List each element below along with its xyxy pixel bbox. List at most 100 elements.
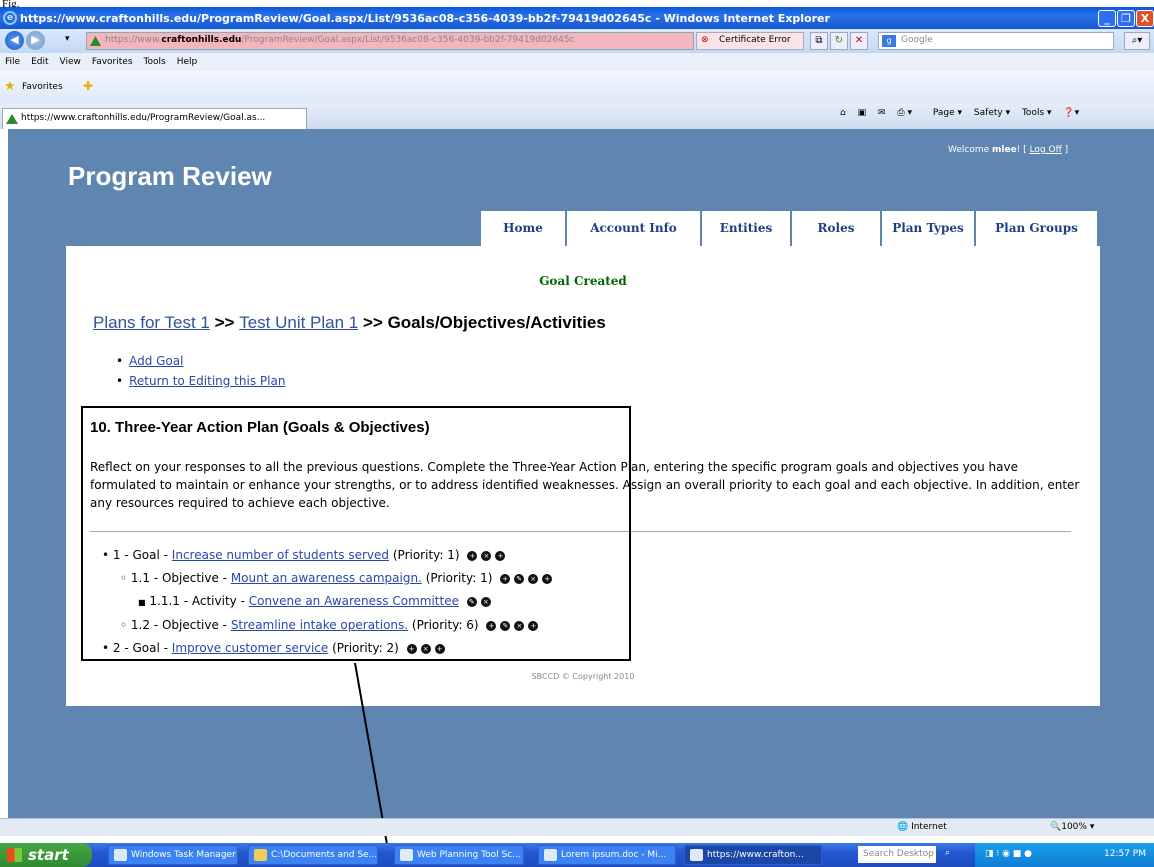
forward-icon[interactable]: ▶ [26, 31, 45, 50]
add-icon[interactable]: + [500, 573, 511, 584]
feeds-icon[interactable]: ▣ [858, 108, 867, 118]
edit-icon[interactable]: ✎ [466, 596, 477, 607]
goal-tree: • 1 - Goal - Increase number of students… [102, 544, 553, 660]
task-button[interactable]: Web Planning Tool Sc... [394, 845, 524, 865]
delete-icon[interactable]: × [481, 550, 492, 561]
menu-file[interactable]: File [5, 57, 20, 67]
task-button[interactable]: Windows Task Manager [108, 845, 238, 865]
tree-row-activity-1-1-1: ■ 1.1.1 - Activity - Convene an Awarenes… [102, 590, 552, 614]
security-zone: 🌐 Internet [897, 822, 947, 832]
url-input[interactable]: https://www.craftonhills.edu/ProgramRevi… [86, 32, 694, 50]
divider [90, 531, 1071, 532]
menu-tools[interactable]: Tools [144, 57, 166, 67]
tree-row-goal-2: • 2 - Goal - Improve customer service (P… [102, 637, 552, 660]
goal-link[interactable]: Increase number of students served [172, 548, 389, 562]
delete-icon[interactable]: × [420, 643, 431, 654]
add-icon[interactable]: + [495, 550, 506, 561]
menu-help[interactable]: Help [177, 57, 198, 67]
favorites-button[interactable]: Favorites [22, 82, 63, 92]
zoom-level[interactable]: 🔍100% ▾ [1050, 822, 1094, 832]
add-icon[interactable]: + [486, 620, 497, 631]
status-message: Goal Created [539, 274, 627, 288]
section-description: Reflect on your responses to all the pre… [90, 460, 1080, 510]
task-button[interactable]: Lorem ipsum.doc - Mi... [538, 845, 676, 865]
search-input[interactable]: g Google [878, 32, 1114, 50]
nav-home[interactable]: Home [481, 211, 565, 246]
web-content: Welcome mlee! [ Log Off ] Program Review… [8, 129, 1154, 818]
clock: 12:57 PM [1104, 849, 1146, 859]
menu-view[interactable]: View [60, 57, 81, 67]
tree-row-goal-1: • 1 - Goal - Increase number of students… [102, 544, 552, 567]
ie-logo-icon: e [3, 11, 17, 25]
page-menu[interactable]: Page ▾ [933, 108, 962, 118]
nav-roles[interactable]: Roles [792, 211, 880, 246]
main-nav: Home Account Info Entities Roles Plan Ty… [481, 211, 1099, 246]
system-tray: ◨ ⁝ ◉ ■ ● 12:57 PM [975, 843, 1154, 867]
objective-link[interactable]: Streamline intake operations. [231, 618, 408, 632]
edit-icon[interactable]: ✎ [514, 573, 525, 584]
edit-icon[interactable]: ✎ [500, 620, 511, 631]
stop-icon[interactable]: ✕ [850, 32, 868, 50]
return-to-editing-link[interactable]: Return to Editing this Plan [129, 374, 285, 388]
safety-menu[interactable]: Safety ▾ [974, 108, 1010, 118]
command-bar: ⌂ ▣ ✉ ⎙ ▾ Page ▾ Safety ▾ Tools ▾ ❓▾ [840, 108, 1088, 118]
task-button[interactable]: C:\Documents and Se... [248, 845, 378, 865]
back-icon[interactable]: ◀ [5, 31, 24, 50]
folder-icon [254, 849, 267, 861]
window-title: https://www.craftonhills.edu/ProgramRevi… [20, 11, 830, 25]
add-icon[interactable]: + [434, 643, 445, 654]
screenshot: Fig. e https://www.craftonhills.edu/Prog… [0, 0, 1154, 867]
cert-warning-icon: ⊗ [701, 35, 709, 45]
address-bar-row: ◀ ▶ ▾ https://www.craftonhills.edu/Progr… [0, 29, 1154, 53]
add-icon[interactable]: + [406, 643, 417, 654]
google-icon: g [882, 35, 896, 47]
print-icon[interactable]: ⎙ ▾ [897, 108, 921, 118]
home-icon[interactable]: ⌂ [840, 108, 846, 118]
delete-icon[interactable]: × [514, 620, 525, 631]
nav-plan-groups[interactable]: Plan Groups [976, 211, 1097, 246]
maximize-button[interactable]: ❐ [1117, 10, 1135, 27]
search-icon[interactable]: ⌕▾ [1124, 32, 1150, 50]
add-favorite-icon[interactable]: ✚ [83, 79, 93, 93]
refresh-icon[interactable]: ↻ [830, 32, 848, 50]
help-menu[interactable]: ❓▾ [1063, 108, 1079, 118]
tray-icons[interactable]: ◨ ⁝ ◉ ■ ● [985, 849, 1032, 859]
close-button[interactable]: X [1136, 10, 1154, 27]
goal-link[interactable]: Improve customer service [172, 641, 328, 655]
task-button[interactable]: https://www.crafton... [684, 845, 822, 865]
activity-link[interactable]: Convene an Awareness Committee [249, 594, 459, 608]
crumb-plans-link[interactable]: Plans for Test 1 [93, 313, 210, 332]
username: mlee [992, 145, 1017, 155]
crumb-current: Goals/Objectives/Activities [387, 313, 606, 332]
tools-menu[interactable]: Tools ▾ [1022, 108, 1052, 118]
crumb-unit-plan-link[interactable]: Test Unit Plan 1 [239, 313, 358, 332]
menu-edit[interactable]: Edit [31, 57, 48, 67]
add-icon[interactable]: + [528, 620, 539, 631]
add-icon[interactable]: + [467, 550, 478, 561]
desktop-search-input[interactable]: Search Desktop [858, 846, 936, 863]
nav-account-info[interactable]: Account Info [567, 211, 700, 246]
nav-plan-types[interactable]: Plan Types [882, 211, 974, 246]
search-icon[interactable]: ⌕ [945, 848, 950, 858]
delete-icon[interactable]: × [480, 596, 491, 607]
add-icon[interactable]: + [542, 573, 553, 584]
list-item: Add Goal [116, 354, 285, 368]
start-button[interactable]: start [0, 843, 92, 867]
browser-tab[interactable]: https://www.craftonhills.edu/ProgramRevi… [2, 108, 307, 129]
ie-icon [690, 849, 703, 861]
menu-favorites[interactable]: Favorites [92, 57, 133, 67]
logoff-link[interactable]: Log Off [1030, 145, 1062, 155]
tree-row-objective-1-2: ◦ 1.2 - Objective - Streamline intake op… [102, 614, 552, 637]
favorites-star-icon[interactable]: ★ [4, 79, 16, 94]
task-manager-icon [114, 849, 127, 861]
certificate-error-button[interactable]: ⊗ Certificate Error [696, 32, 804, 50]
history-dropdown-icon[interactable]: ▾ [65, 34, 70, 44]
compatibility-icon[interactable]: ⧉ [810, 32, 828, 50]
minimize-button[interactable]: _ [1098, 10, 1116, 27]
mail-icon[interactable]: ✉ [878, 108, 886, 118]
objective-link[interactable]: Mount an awareness campaign. [231, 571, 422, 585]
section-heading: 10. Three-Year Action Plan (Goals & Obje… [90, 419, 430, 436]
nav-entities[interactable]: Entities [702, 211, 790, 246]
add-goal-link[interactable]: Add Goal [129, 354, 183, 368]
delete-icon[interactable]: × [528, 573, 539, 584]
